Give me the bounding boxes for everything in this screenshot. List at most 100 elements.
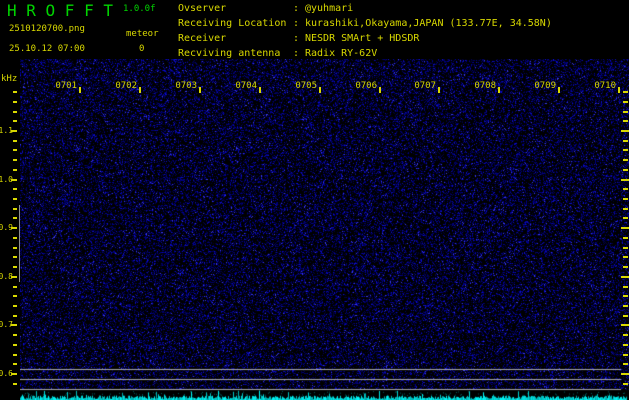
info-row-separator: :: [293, 32, 305, 47]
time-tick-label: 0703: [172, 81, 197, 92]
frequency-marker-line: [19, 205, 20, 282]
freq-minor-tick: [13, 237, 17, 239]
right-minor-tick: [623, 111, 628, 113]
right-major-tick: [621, 227, 629, 229]
right-minor-tick: [623, 363, 628, 365]
freq-minor-tick: [13, 383, 17, 385]
observation-timestamp: 25.10.12 07:00: [9, 44, 85, 54]
time-tick: [498, 87, 500, 93]
info-row-value: kurashiki,Okayama,JAPAN (133.77E, 34.58N…: [305, 17, 552, 32]
right-minor-tick: [623, 334, 628, 336]
freq-minor-tick: [13, 188, 17, 190]
freq-minor-tick: [13, 266, 17, 268]
right-minor-tick: [623, 354, 628, 356]
right-minor-tick: [623, 217, 628, 219]
station-info-block: Ovserver: @yuhmari Receiving Location: kura…: [178, 2, 552, 62]
freq-minor-tick: [13, 305, 17, 307]
right-minor-tick: [623, 149, 628, 151]
right-minor-tick: [623, 91, 628, 93]
right-minor-tick: [623, 286, 628, 288]
right-minor-tick: [623, 266, 628, 268]
time-tick-label: 0705: [292, 81, 317, 92]
info-row-separator: :: [293, 2, 305, 17]
meteor-counter-label: meteor: [126, 29, 159, 39]
freq-minor-tick: [13, 208, 17, 210]
right-major-tick: [621, 276, 629, 278]
time-tick: [79, 87, 81, 93]
meteor-counter-value: 0: [139, 44, 144, 54]
right-minor-tick: [623, 237, 628, 239]
info-row: Ovserver: @yuhmari: [178, 2, 552, 17]
right-minor-tick: [623, 120, 628, 122]
freq-major-tick: [11, 227, 17, 229]
time-tick-label: 0704: [232, 81, 257, 92]
freq-major-tick: [11, 276, 17, 278]
hrofft-window: H R O F F T 1.0.0f 2510120700.png meteor…: [0, 0, 629, 400]
time-tick: [618, 87, 620, 93]
info-row: Receiver: NESDR SMArt + HDSDR: [178, 32, 552, 47]
right-minor-tick: [623, 101, 628, 103]
app-title: H R O F F T: [7, 1, 113, 20]
right-major-tick: [621, 373, 629, 375]
freq-major-tick: [11, 179, 17, 181]
right-minor-tick: [623, 383, 628, 385]
freq-minor-tick: [13, 247, 17, 249]
freq-minor-tick: [13, 256, 17, 258]
time-tick: [438, 87, 440, 93]
frequency-unit-label: kHz: [1, 74, 17, 84]
freq-minor-tick: [13, 344, 17, 346]
time-tick-label: 0710: [591, 81, 616, 92]
info-row-label: Ovserver: [178, 2, 293, 17]
time-tick: [199, 87, 201, 93]
freq-minor-tick: [13, 334, 17, 336]
time-tick: [319, 87, 321, 93]
time-tick-label: 0707: [411, 81, 436, 92]
right-minor-tick: [623, 208, 628, 210]
freq-minor-tick: [13, 286, 17, 288]
right-minor-tick: [623, 159, 628, 161]
output-filename: 2510120700.png: [9, 24, 85, 34]
freq-minor-tick: [13, 111, 17, 113]
time-tick: [379, 87, 381, 93]
right-major-tick: [621, 324, 629, 326]
time-tick: [558, 87, 560, 93]
time-tick-label: 0709: [531, 81, 556, 92]
freq-minor-tick: [13, 159, 17, 161]
freq-minor-tick: [13, 149, 17, 151]
right-minor-tick: [623, 344, 628, 346]
freq-minor-tick: [13, 169, 17, 171]
freq-minor-tick: [13, 101, 17, 103]
info-row-label: Receiver: [178, 32, 293, 47]
right-minor-tick: [623, 188, 628, 190]
spectrogram-canvas: [20, 59, 629, 400]
right-minor-tick: [623, 295, 628, 297]
freq-minor-tick: [13, 140, 17, 142]
info-row-label: Receiving Location: [178, 17, 293, 32]
freq-minor-tick: [13, 315, 17, 317]
freq-minor-tick: [13, 198, 17, 200]
freq-major-tick: [11, 324, 17, 326]
time-tick-label: 0701: [52, 81, 77, 92]
info-row: Receiving Location: kurashiki,Okayama,JAP…: [178, 17, 552, 32]
info-row-value: NESDR SMArt + HDSDR: [305, 32, 419, 47]
time-tick: [139, 87, 141, 93]
freq-minor-tick: [13, 217, 17, 219]
right-major-tick: [621, 130, 629, 132]
app-version: 1.0.0f: [123, 4, 156, 14]
right-minor-tick: [623, 315, 628, 317]
right-minor-tick: [623, 198, 628, 200]
right-minor-tick: [623, 256, 628, 258]
freq-minor-tick: [13, 354, 17, 356]
info-row-value: @yuhmari: [305, 2, 353, 17]
freq-major-tick: [11, 130, 17, 132]
time-tick-label: 0702: [112, 81, 137, 92]
right-minor-tick: [623, 169, 628, 171]
right-minor-tick: [623, 305, 628, 307]
time-tick-label: 0706: [352, 81, 377, 92]
time-tick: [259, 87, 261, 93]
freq-minor-tick: [13, 120, 17, 122]
time-tick-label: 0708: [471, 81, 496, 92]
right-minor-tick: [623, 247, 628, 249]
info-row-separator: :: [293, 17, 305, 32]
freq-minor-tick: [13, 295, 17, 297]
